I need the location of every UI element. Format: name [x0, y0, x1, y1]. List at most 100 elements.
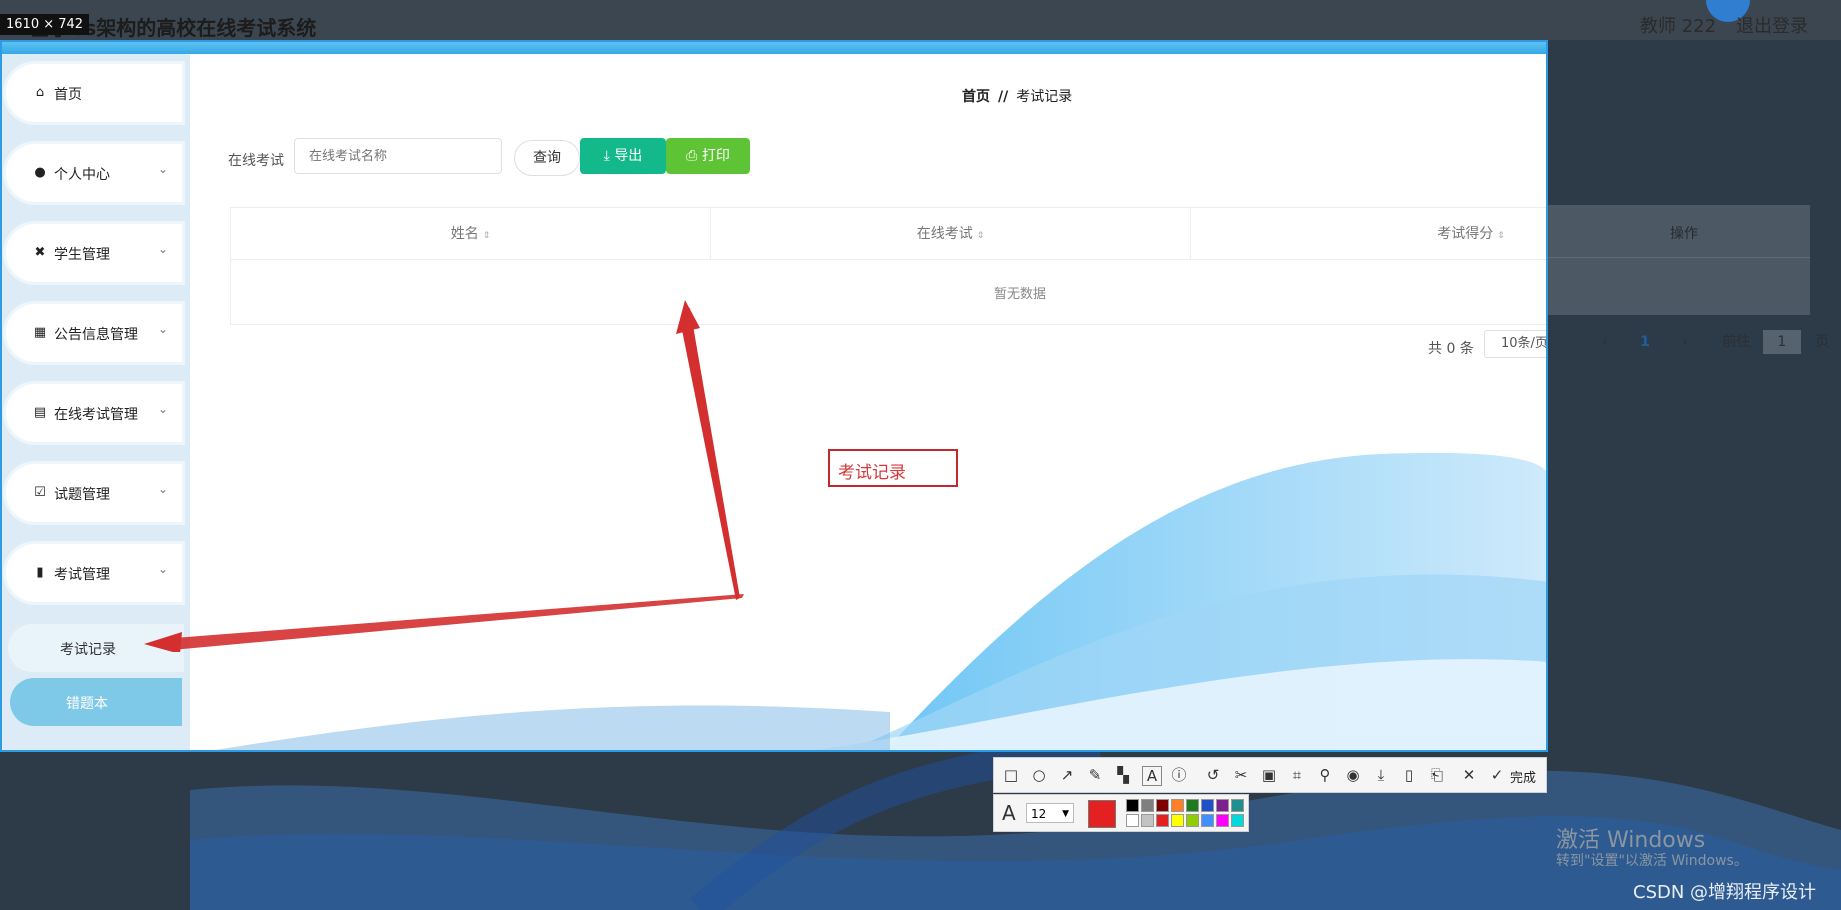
sort-icon[interactable]: ⇕: [1497, 231, 1505, 241]
clipboard-check-icon: ☑: [34, 485, 46, 500]
download-icon[interactable]: ⤓: [1372, 766, 1390, 784]
number-tool-icon[interactable]: ⓘ: [1170, 766, 1188, 784]
sidebar-subitem-label: 错题本: [66, 696, 108, 712]
home-icon: ⌂: [35, 85, 45, 100]
done-button[interactable]: 完成: [1510, 767, 1536, 786]
column-header-label: 在线考试: [916, 226, 973, 242]
goto-label: 前往: [1722, 334, 1751, 350]
download-icon: ⤓: [603, 148, 615, 164]
pen-tool-icon[interactable]: ✎: [1086, 766, 1104, 784]
color-swatch[interactable]: [1216, 814, 1229, 827]
sidebar-item-label: 试题管理: [54, 487, 110, 503]
phone-icon[interactable]: ▯: [1400, 766, 1418, 784]
goto-input[interactable]: 1: [1762, 330, 1801, 354]
sidebar-item-home[interactable]: ⌂ 首页: [6, 64, 182, 122]
pin-icon[interactable]: ⚲: [1316, 766, 1334, 784]
arrow-left-shaft: [172, 594, 744, 650]
capture-size-badge: 1610 × 742: [0, 14, 90, 35]
user-icon: ●: [34, 165, 46, 180]
color-swatch[interactable]: [1141, 799, 1154, 812]
breadcrumb-current: 考试记录: [1016, 89, 1073, 105]
column-header-label: 姓名: [450, 226, 479, 242]
arrow-left-head: [144, 632, 182, 652]
color-swatch[interactable]: [1126, 814, 1139, 827]
scan-icon[interactable]: ⌗: [1288, 766, 1306, 784]
breadcrumb-separator: //: [998, 89, 1009, 105]
rectangle-tool-icon[interactable]: □: [1002, 766, 1020, 784]
color-swatch[interactable]: [1186, 799, 1199, 812]
page-suffix: 页: [1815, 334, 1830, 350]
arrow-up-head: [676, 300, 700, 334]
sidebar-subitem-label: 考试记录: [60, 642, 116, 658]
table-empty-text: 暂无数据: [994, 287, 1047, 302]
content-wave: [813, 452, 1546, 750]
logout-link[interactable]: 退出登录: [1736, 12, 1808, 38]
record-icon[interactable]: ◉: [1344, 766, 1362, 784]
query-button[interactable]: 查询: [514, 140, 580, 176]
current-color-swatch[interactable]: [1088, 800, 1116, 828]
font-size-value: 12: [1031, 807, 1047, 821]
print-button[interactable]: ⎙ 打印: [666, 138, 750, 174]
color-swatch[interactable]: [1171, 799, 1184, 812]
sidebar-item-label: 首页: [54, 87, 82, 103]
color-swatch[interactable]: [1141, 814, 1154, 827]
annotation-arrows: [144, 300, 744, 652]
column-header-actions: 操作: [1670, 226, 1698, 242]
column-header-exam[interactable]: 在线考试 ⇕: [711, 208, 1191, 260]
ocr-icon[interactable]: ▣: [1260, 766, 1278, 784]
print-label: 打印: [701, 148, 730, 164]
next-page-icon[interactable]: ›: [1682, 334, 1688, 350]
column-header-label: 考试得分: [1437, 226, 1494, 242]
sidebar-item-personal-center[interactable]: ● 个人中心 ⌄: [6, 144, 182, 202]
column-header-name[interactable]: 姓名 ⇕: [231, 208, 711, 260]
clipboard-icon: ▤: [33, 405, 47, 420]
search-input[interactable]: [294, 138, 502, 174]
color-swatch[interactable]: [1231, 799, 1244, 812]
sidebar-subitem-wrong-book[interactable]: 错题本: [10, 678, 182, 726]
search-label: 在线考试: [228, 153, 284, 169]
font-size-select[interactable]: 12 ▼: [1026, 803, 1074, 823]
sort-icon[interactable]: ⇕: [483, 231, 491, 241]
sidebar-item-label: 考试管理: [54, 567, 110, 583]
prev-page-icon[interactable]: ‹: [1602, 334, 1608, 350]
scissors-icon[interactable]: ✂: [1232, 766, 1250, 784]
chevron-down-icon: ⌄: [157, 162, 168, 176]
color-swatch[interactable]: [1171, 814, 1184, 827]
page-size-select[interactable]: 10条/页: [1484, 330, 1546, 358]
close-icon[interactable]: ✕: [1460, 766, 1478, 784]
sort-icon[interactable]: ⇕: [977, 231, 985, 241]
sidebar-item-label: 在线考试管理: [54, 407, 138, 423]
undo-icon[interactable]: ↺: [1204, 766, 1222, 784]
color-swatch[interactable]: [1231, 814, 1244, 827]
ellipse-tool-icon[interactable]: ○: [1030, 766, 1048, 784]
color-swatch[interactable]: [1201, 814, 1214, 827]
color-swatch[interactable]: [1186, 814, 1199, 827]
check-icon[interactable]: ✓: [1488, 766, 1506, 784]
mosaic-tool-icon[interactable]: ▚: [1114, 766, 1132, 784]
chevron-down-icon: ▼: [1062, 809, 1069, 819]
color-swatch[interactable]: [1156, 814, 1169, 827]
sidebar-item-label: 学生管理: [54, 247, 110, 263]
breadcrumb-home[interactable]: 首页: [962, 89, 990, 105]
user-label: 教师 222: [1640, 16, 1717, 37]
sidebar-item-label: 公告信息管理: [54, 327, 138, 343]
bar-chart-icon: ▮: [36, 565, 44, 580]
font-icon: A: [1002, 801, 1016, 825]
arrow-tool-icon[interactable]: ↗: [1058, 766, 1076, 784]
color-swatch[interactable]: [1156, 799, 1169, 812]
current-page[interactable]: 1: [1640, 334, 1650, 350]
export-label: 导出: [614, 148, 643, 164]
color-swatch[interactable]: [1216, 799, 1229, 812]
annotation-text: 考试记录: [838, 463, 906, 483]
student-icon: ✖: [34, 245, 46, 260]
color-swatch[interactable]: [1201, 799, 1214, 812]
pagination-total: 共 0 条: [1428, 341, 1474, 357]
bookmark-icon[interactable]: ⎗: [1428, 766, 1446, 784]
text-tool-icon[interactable]: A: [1142, 766, 1162, 786]
breadcrumb: 首页 // 考试记录: [962, 86, 1072, 106]
capture-top-strip: [2, 42, 1546, 54]
color-swatch[interactable]: [1126, 799, 1139, 812]
csdn-watermark: CSDN @增翔程序设计: [1633, 882, 1817, 903]
export-button[interactable]: ⤓ 导出: [580, 138, 666, 174]
column-header-score[interactable]: 考试得分 ⇕: [1191, 208, 1546, 260]
